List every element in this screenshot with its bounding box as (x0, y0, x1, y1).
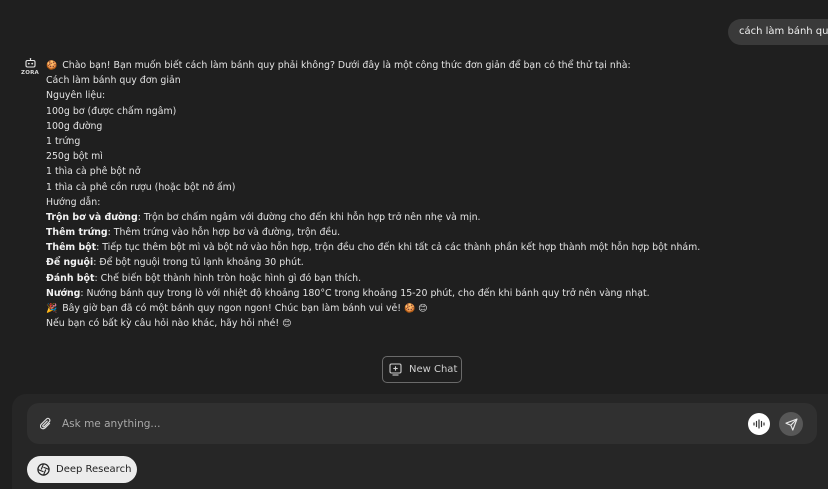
cookie-emoji: 🍪 (46, 61, 58, 71)
step-label: Thêm trứng (46, 227, 108, 239)
answer-followup: Nếu bạn có bất kỳ câu hỏi nào khác, hãy … (46, 316, 806, 331)
smile-emoji: 😊 (282, 319, 292, 330)
ingredient-item: 100g bơ (được chấm ngâm) (46, 105, 177, 117)
send-button[interactable] (779, 412, 803, 436)
waveform-icon (753, 419, 765, 429)
aperture-icon (37, 463, 50, 476)
paperclip-icon[interactable] (39, 416, 52, 435)
step-item: Thêm bột: Tiếp tục thêm bột mì và bột nở… (46, 240, 806, 255)
ingredient-item: 250g bột mì (46, 151, 103, 163)
answer-intro: 🍪 Chào bạn! Bạn muốn biết cách làm bánh … (46, 58, 806, 73)
assistant-answer: 🍪 Chào bạn! Bạn muốn biết cách làm bánh … (46, 58, 806, 331)
user-message-text: cách làm bánh quy (739, 26, 828, 37)
step-label: Trộn bơ và đường (46, 211, 138, 223)
step-item: Đánh bột: Chế biến bột thành hình tròn h… (46, 271, 806, 286)
bot-avatar: ZORA (19, 58, 41, 76)
step-text: : Trộn bơ chấm ngâm với đường cho đến kh… (137, 211, 481, 223)
step-item: Nướng: Nướng bánh quy trong lò với nhiệt… (46, 286, 806, 301)
step-label: Thêm bột (46, 242, 97, 254)
step-text: : Thêm trứng vào hỗn hợp bơ và đường, tr… (107, 227, 341, 239)
robot-icon (24, 58, 36, 68)
new-chat-label: New Chat (409, 364, 458, 375)
step-label: Nướng (46, 287, 81, 299)
bot-name: ZORA (21, 70, 39, 76)
step-text: : Tiếp tục thêm bột mì và bột nở vào hỗn… (96, 242, 701, 254)
ingredients-heading: Nguyên liệu: (46, 90, 106, 102)
recipe-title: Cách làm bánh quy đơn giản (46, 75, 181, 87)
new-chat-button[interactable]: New Chat (382, 356, 462, 383)
step-text: : Để bột nguội trong tủ lạnh khoảng 30 p… (93, 257, 304, 269)
party-emoji: 🎉 (46, 304, 58, 314)
ingredient-item: 1 thìa cà phê bột nở (46, 166, 141, 178)
new-chat-icon (389, 363, 402, 376)
steps-heading: Hướng dẫn: (46, 196, 101, 208)
step-item: Thêm trứng: Thêm trứng vào hỗn hợp bơ và… (46, 225, 806, 240)
step-item: Trộn bơ và đường: Trộn bơ chấm ngâm với … (46, 210, 806, 225)
answer-closing: 🎉 Bây giờ bạn đã có một bánh quy ngon ng… (46, 301, 806, 316)
intro-text: Chào bạn! Bạn muốn biết cách làm bánh qu… (62, 60, 631, 71)
send-icon (784, 417, 798, 431)
ingredient-item: 1 thìa cà phê cồn rượu (hoặc bột nở ấm) (46, 181, 236, 193)
deep-research-button[interactable]: Deep Research (27, 456, 137, 483)
step-label: Đánh bột (46, 272, 95, 284)
step-text: : Nướng bánh quy trong lò với nhiệt độ k… (80, 287, 650, 299)
step-item: Để nguội: Để bột nguội trong tủ lạnh kho… (46, 255, 806, 270)
closing-text: Bây giờ bạn đã có một bánh quy ngon ngon… (62, 303, 402, 314)
voice-input-button[interactable] (748, 413, 770, 435)
step-text: : Chế biến bột thành hình tròn hoặc hình… (94, 272, 362, 284)
followup-text: Nếu bạn có bất kỳ câu hỏi nào khác, hãy … (46, 318, 280, 330)
deep-research-label: Deep Research (56, 464, 132, 475)
ingredient-item: 100g đường (46, 120, 103, 132)
user-message-bubble: cách làm bánh quy (728, 19, 828, 45)
step-label: Để nguội (46, 257, 94, 269)
message-input[interactable] (62, 414, 722, 434)
closing-emojis: 🍪 😊 (404, 304, 428, 314)
ingredient-item: 1 trứng (46, 135, 81, 147)
chat-page: cách làm bánh quy ZORA 🍪 Chào bạn! Bạn m… (0, 0, 828, 489)
